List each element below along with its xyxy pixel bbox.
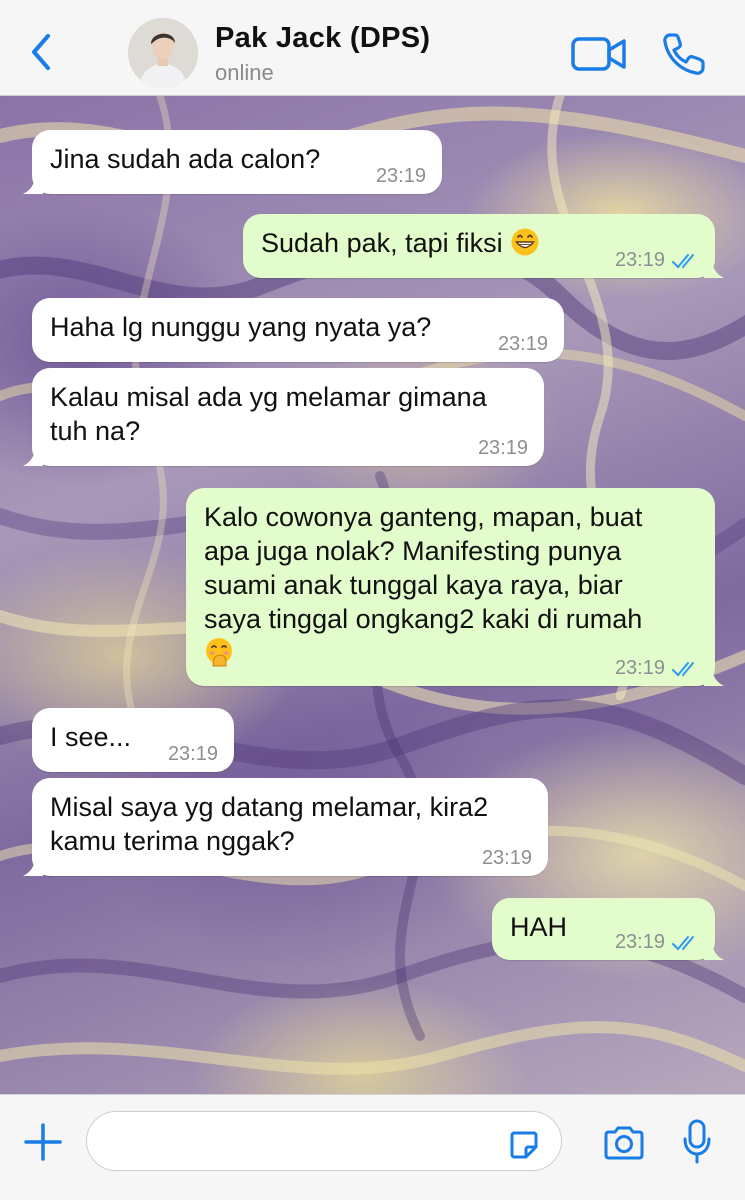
- message-outgoing[interactable]: Sudah pak, tapi fiksi 23:19: [243, 214, 724, 278]
- message-time: 23:19: [614, 931, 665, 953]
- bubble-tail: [704, 940, 724, 960]
- message-incoming[interactable]: Jina sudah ada calon? 23:19: [23, 130, 442, 194]
- message-incoming[interactable]: Misal saya yg datang melamar, kira2 kamu…: [23, 778, 548, 876]
- bubble-tail: [704, 666, 724, 686]
- message-text: Haha lg nunggu yang nyata ya?: [50, 312, 432, 342]
- chat-header: Pak Jack (DPS) online: [0, 0, 745, 96]
- bubble-tail: [23, 174, 43, 194]
- avatar[interactable]: [128, 18, 198, 88]
- avatar-photo: [128, 18, 198, 88]
- message-time: 23:19: [614, 657, 665, 679]
- sticker-icon[interactable]: [508, 1129, 540, 1161]
- message-text: I see...: [50, 722, 132, 752]
- face-with-hand-over-mouth-emoji-icon: [206, 638, 232, 667]
- contact-name[interactable]: Pak Jack (DPS): [215, 22, 430, 55]
- message-text: Sudah pak, tapi fiksi: [261, 228, 503, 258]
- message-incoming[interactable]: Haha lg nunggu yang nyata ya? 23:19: [32, 298, 564, 362]
- message-incoming[interactable]: I see... 23:19: [32, 708, 234, 772]
- message-time: 23:19: [375, 165, 426, 187]
- contact-status: online: [215, 60, 274, 85]
- read-receipt-icon: [672, 662, 694, 677]
- camera-icon[interactable]: [602, 1125, 646, 1161]
- bubble-tail: [23, 446, 43, 466]
- message-time: 23:19: [497, 333, 548, 355]
- message-input[interactable]: [86, 1111, 562, 1171]
- read-receipt-icon: [672, 254, 694, 269]
- message-text: Misal saya yg datang melamar, kira2 kamu…: [50, 792, 489, 856]
- video-call-icon[interactable]: [570, 34, 628, 74]
- message-outgoing[interactable]: HAH 23:19: [492, 898, 724, 960]
- plus-icon[interactable]: [22, 1121, 64, 1163]
- message-time: 23:19: [167, 743, 218, 765]
- microphone-icon[interactable]: [682, 1119, 712, 1165]
- message-incoming[interactable]: Kalau misal ada yg melamar gimana tuh na…: [23, 368, 544, 466]
- message-text: Jina sudah ada calon?: [50, 144, 321, 174]
- message-text: Kalau misal ada yg melamar gimana tuh na…: [50, 382, 487, 446]
- composer-bar: [0, 1094, 745, 1200]
- message-outgoing[interactable]: Kalo cowonya ganteng, mapan, buat apa ju…: [186, 488, 724, 686]
- phone-icon[interactable]: [660, 30, 708, 78]
- message-time: 23:19: [477, 437, 528, 459]
- message-text: Kalo cowonya ganteng, mapan, buat apa ju…: [204, 502, 643, 634]
- chat-background[interactable]: Jina sudah ada calon? 23:19 Sudah pak, t…: [0, 96, 745, 1094]
- grinning-face-emoji-icon: [511, 228, 539, 256]
- message-text: HAH: [510, 912, 568, 942]
- bubble-tail: [704, 258, 724, 278]
- bubble-tail: [23, 856, 43, 876]
- read-receipt-icon: [672, 936, 694, 951]
- back-chevron-icon[interactable]: [26, 30, 58, 74]
- message-time: 23:19: [481, 847, 532, 869]
- message-time: 23:19: [614, 249, 665, 271]
